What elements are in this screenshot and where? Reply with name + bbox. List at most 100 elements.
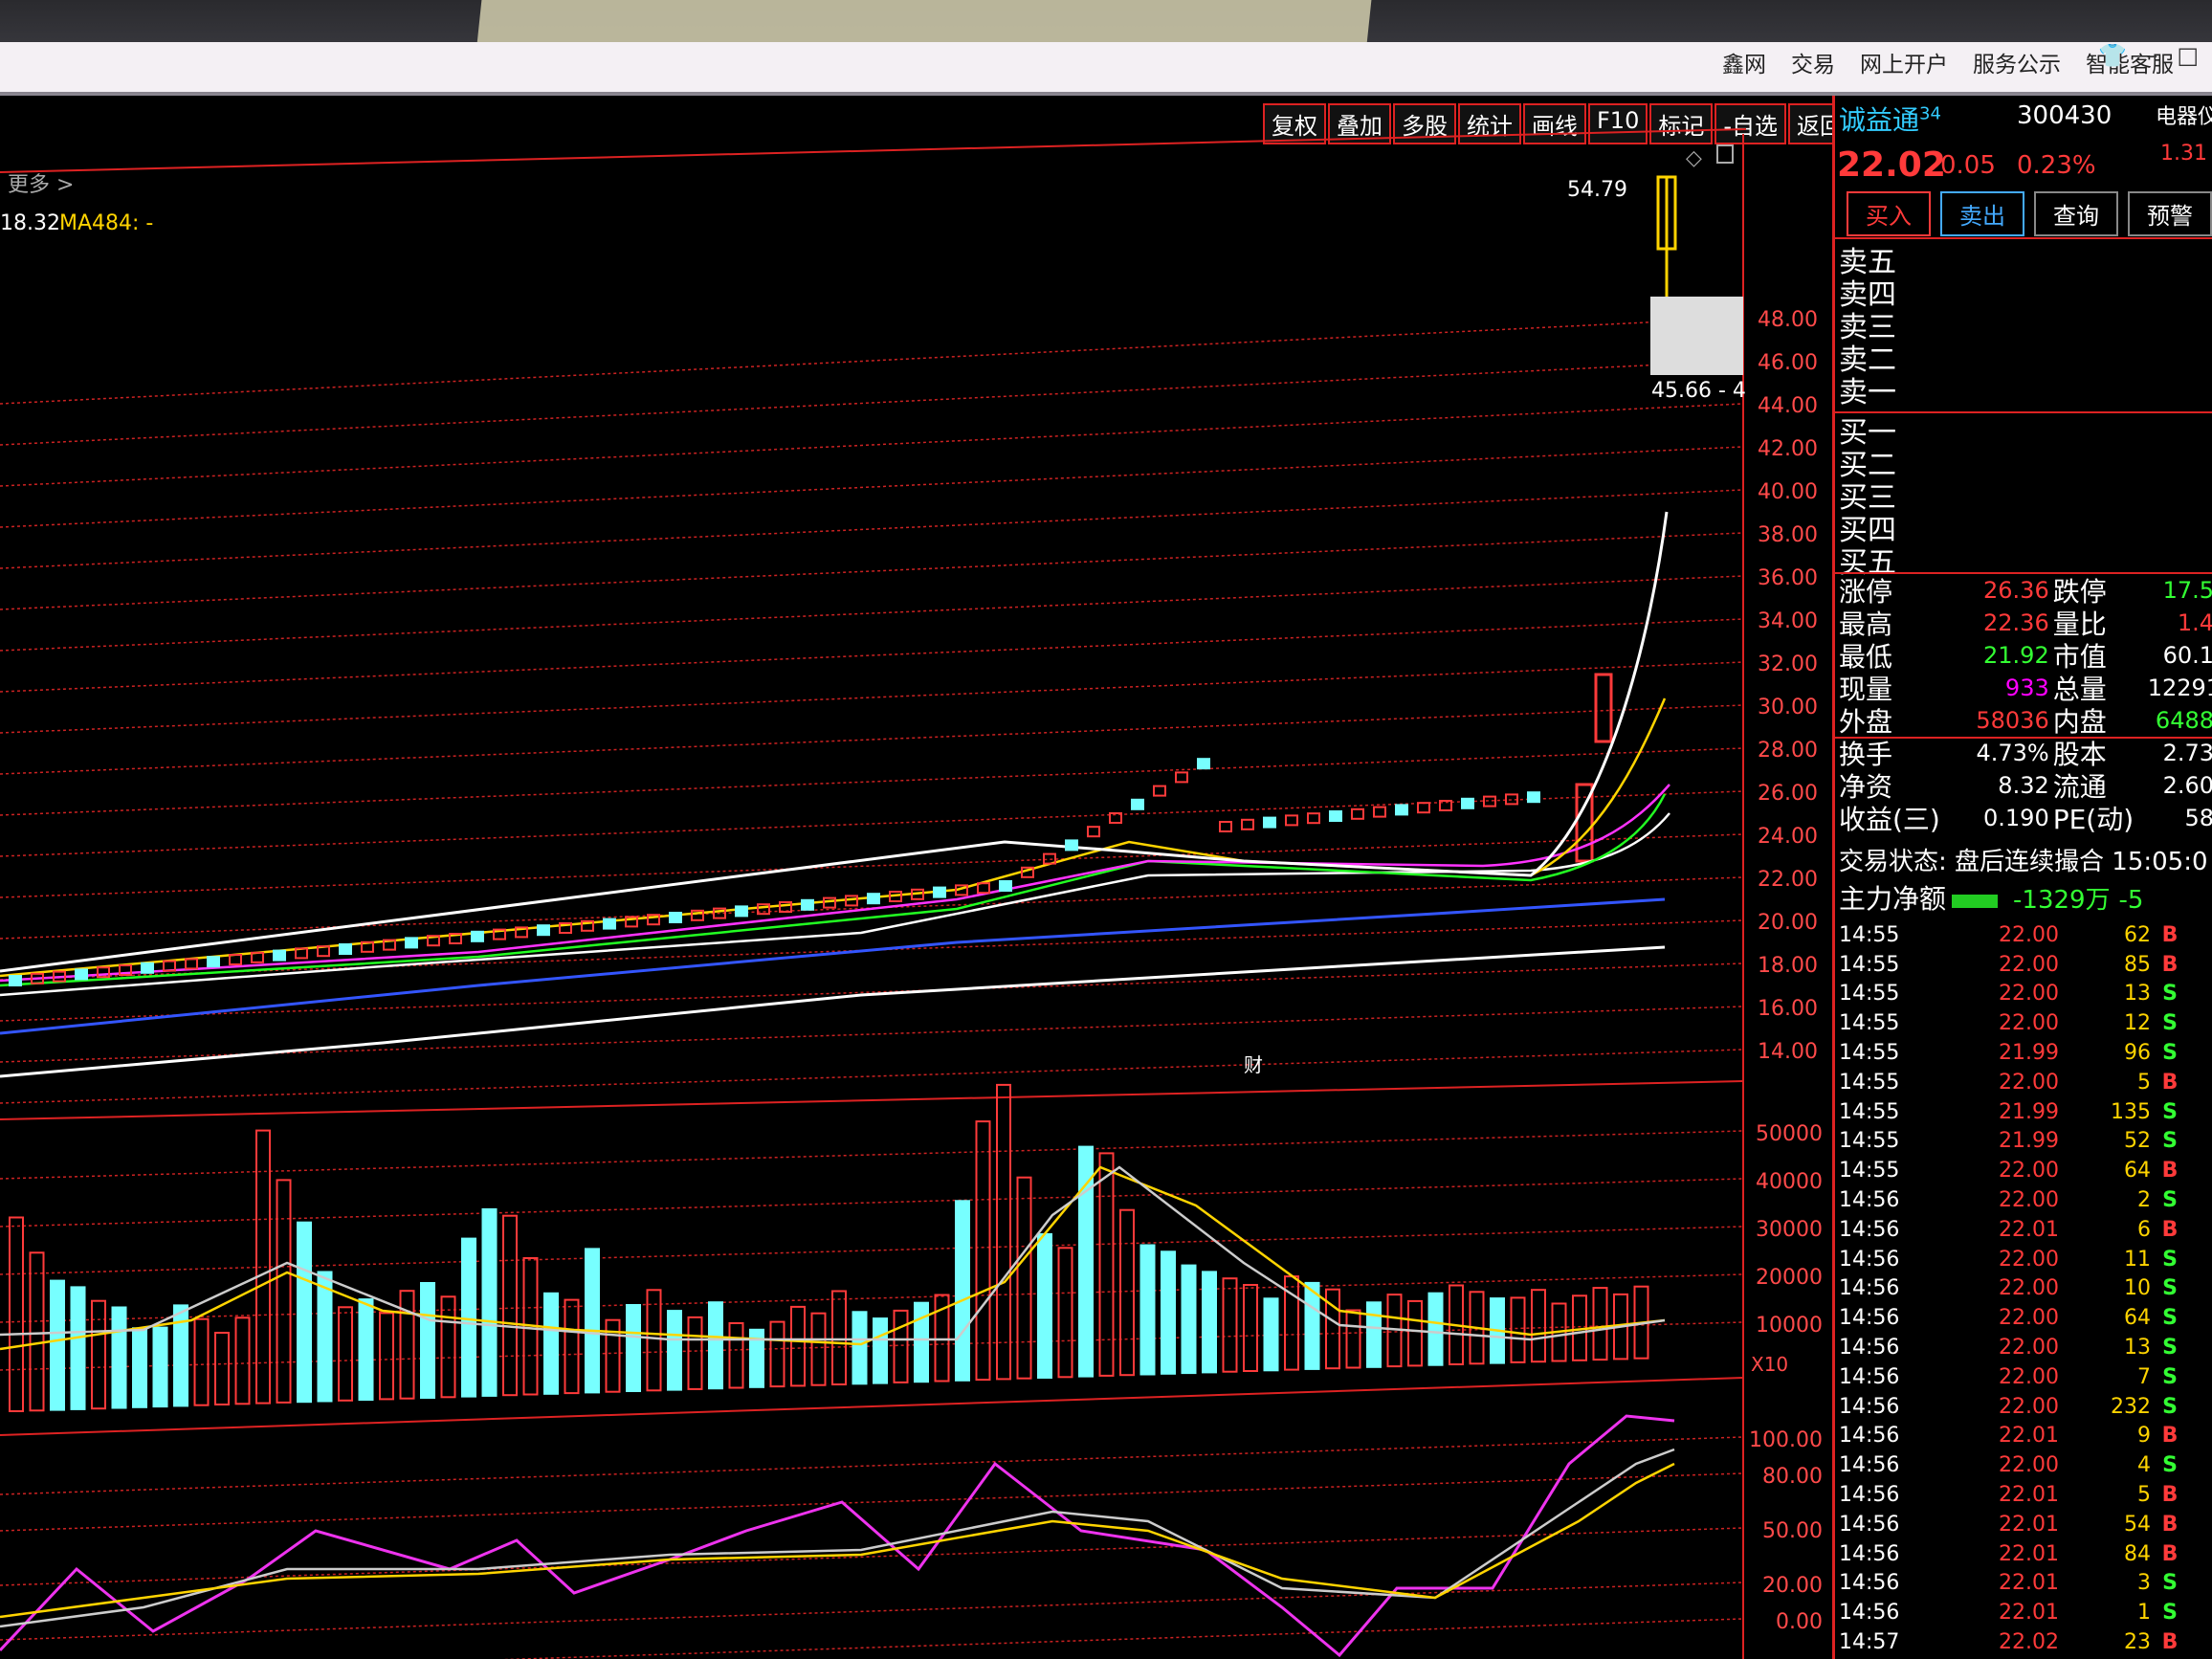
tick-cell: 22.01 (1999, 1424, 2059, 1449)
price-gridline (0, 317, 1744, 405)
flow-value2: -5 (2118, 886, 2144, 915)
tick-cell: S (2162, 1394, 2178, 1419)
stat-l2: PE(动) (2052, 804, 2135, 835)
tick-cell: 14:55 (1839, 1099, 1900, 1124)
tick-cell: 14:55 (1839, 922, 1900, 947)
price-gridline (0, 661, 1744, 734)
price-gridline (0, 360, 1744, 446)
small-candle (1175, 771, 1188, 784)
stock-code: 300430 (2017, 101, 2112, 130)
menu-item-2[interactable]: 网上开户 (1860, 46, 1948, 78)
tick-cell: 14:56 (1839, 1601, 1900, 1626)
volume-bar (1202, 1271, 1217, 1374)
small-candle (1241, 818, 1254, 830)
price-gridline (0, 575, 1744, 652)
price-axis-label: 42.00 (1758, 437, 1818, 461)
price-axis-label: 38.00 (1758, 523, 1818, 547)
volume-bar (1531, 1289, 1546, 1363)
tick-cell: S (2162, 1336, 2178, 1360)
volume-bar (810, 1312, 827, 1386)
small-candle (1527, 791, 1540, 804)
stat-row: 外盘 58036 内盘 6488 (1839, 704, 2212, 738)
tick-cell: 22.01 (1999, 1217, 2059, 1242)
volume-bar (564, 1298, 580, 1395)
volume-bar (687, 1316, 703, 1390)
high-price-label: 54.79 (1567, 178, 1627, 202)
tick-row: 14:56 22.00 232 S (1839, 1392, 2212, 1422)
small-candle (207, 956, 220, 968)
buy-button[interactable]: 买入 (1847, 191, 1931, 236)
tick-cell: 5 (2137, 1070, 2151, 1095)
volume-bar (91, 1299, 106, 1410)
volume-bar (543, 1292, 559, 1395)
candle-body (1594, 673, 1613, 743)
tick-cell: 2 (2137, 1188, 2151, 1213)
stat-v1: 933 (2004, 675, 2049, 701)
tick-cell: 22.00 (1999, 1453, 2059, 1478)
minimize-icon[interactable]: – (2146, 42, 2157, 69)
tick-cell: 96 (2124, 1041, 2151, 1066)
osc-gridline (0, 1582, 1744, 1641)
quote-stats: 涨停 26.36 跌停 17.5 最高 22.36 量比 1.4 最低 21.92 市值 60.1 现量… (1839, 574, 2212, 835)
tick-cell: 62 (2124, 922, 2151, 947)
small-candle (1065, 839, 1078, 852)
close-icon[interactable]: □ (2177, 42, 2199, 69)
divider (1835, 737, 2212, 739)
small-candle (339, 943, 352, 955)
tick-cell: S (2162, 982, 2178, 1006)
volume-bar (626, 1304, 641, 1392)
panel-toggle-icon (1716, 144, 1734, 164)
price-gridline (0, 704, 1744, 775)
window-controls: 👕 – □ (2098, 42, 2212, 69)
ma-line-green (0, 793, 1667, 987)
tick-row: 14:56 22.00 10 S (1839, 1274, 2212, 1304)
tick-cell: S (2162, 1247, 2178, 1272)
query-button[interactable]: 查询 (2034, 191, 2118, 236)
volume-bar (9, 1216, 24, 1412)
stat-v2: 58 (2184, 805, 2212, 831)
small-candle (1417, 802, 1430, 814)
vol-axis-label: 10000 (1756, 1314, 1823, 1338)
small-candle (537, 924, 550, 937)
orderbook-level: 卖四 (1839, 278, 1896, 312)
price-gridline (0, 747, 1744, 816)
orderbook-level: 卖五 (1839, 246, 1896, 279)
tick-cell: 14:56 (1839, 1188, 1900, 1213)
ma-value: 18.32 (0, 211, 60, 235)
small-candle (1219, 821, 1232, 832)
stat-row: 涨停 26.36 跌停 17.5 (1839, 574, 2212, 608)
flow-bar (1952, 895, 1999, 908)
menu-item-3[interactable]: 服务公示 (1973, 46, 2061, 78)
tick-row: 14:56 22.01 6 B (1839, 1215, 2212, 1245)
osc-line-j (0, 1462, 1675, 1619)
sell-button[interactable]: 卖出 (1940, 191, 2024, 236)
tick-list[interactable]: 14:55 22.00 62 B 14:55 22.00 85 B 14:55 22.00 13 S 1… (1839, 920, 2212, 1657)
alert-button[interactable]: 预警 (2128, 191, 2212, 236)
volume-bar (1037, 1233, 1052, 1379)
tick-cell: 22.01 (1999, 1571, 2059, 1596)
stat-v1: 22.36 (1983, 609, 2049, 636)
price-axis-label: 48.00 (1758, 308, 1818, 332)
volume-bar (481, 1207, 498, 1397)
volume-bar (831, 1290, 847, 1385)
price-gridline (0, 618, 1744, 693)
tick-cell: 14:56 (1839, 1276, 1900, 1301)
tick-cell: 9 (2137, 1424, 2151, 1449)
tick-row: 14:56 22.01 5 B (1839, 1480, 2212, 1510)
price-change-pct: 0.23% (2017, 151, 2096, 180)
tick-cell: 22.01 (1999, 1601, 2059, 1626)
volume-bar (461, 1237, 476, 1398)
volume-bar (317, 1271, 333, 1403)
tick-cell: 4 (2137, 1453, 2151, 1478)
flow-label: 主力净额 (1839, 883, 1947, 915)
price-axis-label: 16.00 (1758, 997, 1818, 1021)
tick-row: 14:55 22.00 13 S (1839, 980, 2212, 1009)
tick-cell: B (2161, 1217, 2179, 1242)
tick-row: 14:55 22.00 62 B (1839, 920, 2212, 950)
stat-row: 换手 4.73% 股本 2.73 (1839, 737, 2212, 770)
ma-line-magenta (0, 784, 1670, 983)
tick-cell: 7 (2137, 1364, 2151, 1389)
shirt-icon[interactable]: 👕 (2098, 42, 2127, 69)
volume-bar (996, 1083, 1011, 1381)
tick-row: 14:57 22.02 23 B (1839, 1627, 2212, 1657)
